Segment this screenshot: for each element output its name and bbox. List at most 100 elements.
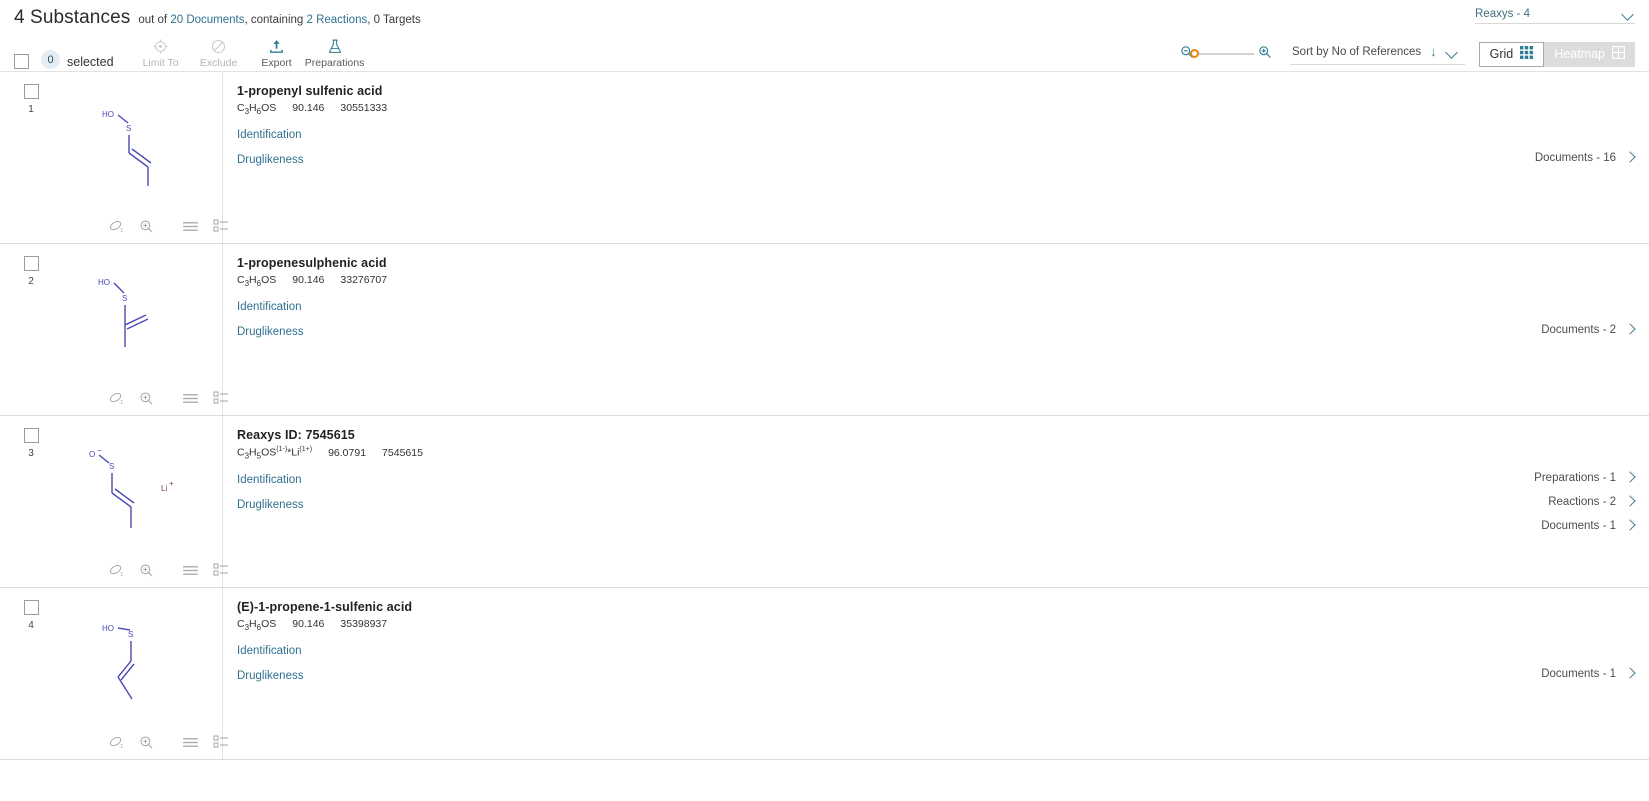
list-view-icon[interactable] bbox=[182, 564, 199, 577]
results-count: 4 Substances bbox=[14, 7, 131, 28]
tree-view-icon[interactable] bbox=[213, 735, 229, 749]
row-select-cell: 2 bbox=[14, 244, 48, 415]
substance-id: 7545615 bbox=[382, 446, 423, 459]
documents-count-link[interactable]: Documents - 2 bbox=[1541, 324, 1635, 336]
view-grid-button[interactable]: Grid bbox=[1478, 41, 1545, 67]
zoom-slider-track[interactable] bbox=[1190, 49, 1255, 58]
grid-icon bbox=[1520, 46, 1534, 62]
substance-info: (E)-1-propene-1-sulfenic acid C3H6OS 90.… bbox=[223, 588, 1435, 759]
identification-link[interactable]: Identification bbox=[237, 129, 1435, 141]
identification-link[interactable]: Identification bbox=[237, 301, 1435, 313]
zoom-slider-control[interactable] bbox=[1180, 45, 1272, 64]
chevron-right-icon bbox=[1626, 325, 1635, 334]
structure-image[interactable]: HO S bbox=[48, 250, 222, 381]
copy-structure-icon[interactable]: 1 bbox=[108, 219, 125, 234]
svg-text:+: + bbox=[169, 479, 174, 488]
druglikeness-link[interactable]: Druglikeness bbox=[237, 326, 1435, 338]
molecular-weight: 96.0791 bbox=[328, 446, 367, 459]
substance-meta: C3H6OS 90.146 33276707 bbox=[237, 274, 1435, 288]
identification-link[interactable]: Identification bbox=[237, 474, 1435, 486]
documents-count-label: Documents - 16 bbox=[1534, 151, 1616, 164]
target-icon bbox=[153, 38, 168, 55]
chevron-right-icon bbox=[1626, 473, 1635, 482]
row-checkbox[interactable] bbox=[23, 256, 39, 271]
zoom-in-icon[interactable] bbox=[1258, 45, 1272, 64]
substance-info: 1-propenesulphenic acid C3H6OS 90.146 33… bbox=[223, 244, 1435, 415]
row-checkbox[interactable] bbox=[23, 428, 39, 443]
structure-image[interactable]: HO S bbox=[48, 594, 222, 725]
structure-cell: HO S 1 bbox=[48, 72, 228, 243]
export-button[interactable]: Export bbox=[248, 36, 306, 69]
molecular-formula: C3H6OS bbox=[237, 274, 277, 289]
preparations-button[interactable]: Preparations bbox=[304, 36, 365, 69]
chevron-down-icon[interactable] bbox=[1446, 48, 1459, 56]
substance-id: 33276707 bbox=[340, 274, 388, 286]
reactions-count-link[interactable]: Reactions - 2 bbox=[1548, 496, 1635, 508]
list-view-icon[interactable] bbox=[182, 220, 199, 233]
chevron-right-icon bbox=[1626, 521, 1635, 530]
zoom-structure-icon[interactable] bbox=[139, 735, 154, 750]
list-view-icon[interactable] bbox=[182, 392, 199, 405]
row-links-stack: Documents - 2 bbox=[1541, 324, 1635, 336]
structure-cell: HO S 1 bbox=[48, 588, 228, 759]
copy-structure-icon[interactable]: 1 bbox=[108, 391, 125, 406]
svg-text:1: 1 bbox=[120, 744, 123, 750]
list-view-icon[interactable] bbox=[182, 736, 199, 749]
molecular-formula: C3H6OS bbox=[237, 618, 277, 633]
tree-view-icon[interactable] bbox=[213, 563, 229, 577]
documents-count-link[interactable]: Documents - 16 bbox=[1535, 152, 1635, 164]
svg-text:1: 1 bbox=[120, 572, 123, 578]
source-select-value: Reaxys - 4 bbox=[1475, 8, 1530, 20]
copy-structure-icon[interactable]: 1 bbox=[108, 735, 125, 750]
druglikeness-link[interactable]: Druglikeness bbox=[237, 670, 1435, 682]
exclude-button[interactable]: Exclude bbox=[190, 36, 248, 69]
identification-link[interactable]: Identification bbox=[237, 645, 1435, 657]
preparations-count-link[interactable]: Preparations - 1 bbox=[1534, 472, 1635, 484]
svg-text:O: O bbox=[89, 450, 95, 459]
reactions-link[interactable]: 2 Reactions bbox=[307, 14, 368, 26]
tree-view-icon[interactable] bbox=[213, 219, 229, 233]
row-links-stack: Preparations - 1 Reactions - 2 Documents… bbox=[1534, 472, 1635, 532]
zoom-structure-icon[interactable] bbox=[139, 563, 154, 578]
substance-meta: C3H5OS(1-)*Li(1+) 96.0791 7545615 bbox=[237, 446, 1435, 461]
structure-image[interactable]: HO S bbox=[48, 78, 222, 209]
svg-text:HO: HO bbox=[102, 624, 114, 633]
sort-control[interactable]: Sort by No of References ↓ bbox=[1290, 43, 1465, 65]
tree-view-icon[interactable] bbox=[213, 391, 229, 405]
row-select-cell: 1 bbox=[14, 72, 48, 243]
documents-count-link[interactable]: Documents - 1 bbox=[1541, 668, 1635, 680]
copy-structure-icon[interactable]: 1 bbox=[108, 563, 125, 578]
row-links-cell: Documents - 1 bbox=[1435, 588, 1635, 759]
substance-name: 1-propenyl sulfenic acid bbox=[237, 84, 383, 98]
druglikeness-link[interactable]: Druglikeness bbox=[237, 154, 1435, 166]
row-links-stack: Documents - 16 bbox=[1535, 152, 1635, 164]
substance-info: Reaxys ID: 7545615 C3H5OS(1-)*Li(1+) 96.… bbox=[223, 416, 1435, 587]
source-select[interactable]: Reaxys - 4 bbox=[1475, 8, 1635, 24]
limit-to-button[interactable]: Limit To bbox=[132, 36, 190, 69]
documents-count-label: Documents - 1 bbox=[1541, 667, 1616, 680]
zoom-structure-icon[interactable] bbox=[139, 391, 154, 406]
chevron-down-icon bbox=[1622, 10, 1635, 18]
documents-count-label: Documents - 1 bbox=[1541, 519, 1616, 532]
druglikeness-link[interactable]: Druglikeness bbox=[237, 499, 1435, 511]
structure-image[interactable]: O − S Li + bbox=[48, 422, 222, 553]
svg-text:1: 1 bbox=[120, 400, 123, 406]
zoom-slider-handle[interactable] bbox=[1190, 49, 1200, 58]
documents-link[interactable]: 20 Documents bbox=[170, 14, 244, 26]
row-links-cell: Documents - 2 bbox=[1435, 244, 1635, 415]
documents-count-link[interactable]: Documents - 1 bbox=[1541, 520, 1635, 532]
zoom-structure-icon[interactable] bbox=[139, 219, 154, 234]
row-checkbox[interactable] bbox=[23, 84, 39, 99]
documents-count-label: Documents - 2 bbox=[1541, 323, 1616, 336]
structure-tools: 1 bbox=[48, 209, 228, 243]
substance-info: 1-propenyl sulfenic acid C3H6OS 90.146 3… bbox=[223, 72, 1435, 243]
sort-direction-down-icon[interactable]: ↓ bbox=[1430, 45, 1437, 58]
row-select-cell: 4 bbox=[14, 588, 48, 759]
substance-meta: C3H6OS 90.146 35398937 bbox=[237, 618, 1435, 632]
row-links-stack: Documents - 1 bbox=[1541, 668, 1635, 680]
select-all-checkbox[interactable] bbox=[14, 54, 29, 69]
preparations-label: Preparations bbox=[304, 57, 365, 69]
view-heatmap-button[interactable]: Heatmap bbox=[1544, 41, 1635, 67]
row-links-cell: Preparations - 1 Reactions - 2 Documents… bbox=[1435, 416, 1635, 587]
row-checkbox[interactable] bbox=[23, 600, 39, 615]
